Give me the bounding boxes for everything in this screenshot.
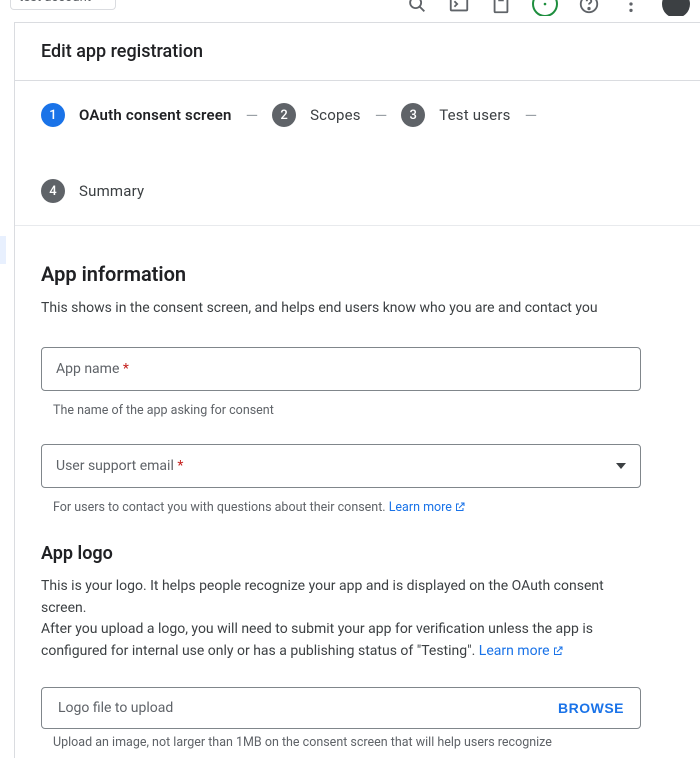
step-oauth-consent[interactable]: 1 OAuth consent screen: [41, 103, 232, 127]
trial-status-icon[interactable]: [532, 0, 558, 16]
app-name-helper: The name of the app asking for consent: [41, 397, 674, 418]
step-number: 2: [272, 103, 296, 127]
more-icon[interactable]: [620, 0, 642, 15]
avatar[interactable]: [662, 0, 690, 16]
account-chip[interactable]: test account ▼: [10, 0, 116, 10]
page-title: Edit app registration: [15, 23, 700, 81]
console-icon[interactable]: [448, 0, 470, 15]
search-icon[interactable]: [406, 0, 428, 15]
content-area: App information This shows in the consen…: [15, 226, 700, 758]
step-test-users[interactable]: 3 Test users: [401, 103, 510, 127]
section-desc-app-info: This shows in the consent screen, and he…: [41, 298, 641, 319]
section-title-app-info: App information: [41, 262, 674, 286]
step-scopes[interactable]: 2 Scopes: [272, 103, 361, 127]
chevron-down-icon: ▼: [97, 0, 107, 3]
support-email-field[interactable]: User support email *: [41, 444, 674, 488]
step-separator: —: [246, 106, 259, 125]
app-name-field[interactable]: App name *: [41, 347, 674, 391]
logo-upload-helper: Upload an image, not larger than 1MB on …: [41, 729, 641, 750]
support-email-label: User support email *: [56, 458, 183, 474]
app-name-label: App name *: [56, 361, 129, 377]
section-title-app-logo: App logo: [41, 543, 674, 564]
logo-upload-field[interactable]: Logo file to upload BROWSE: [41, 687, 641, 729]
top-bar: test account ▼: [0, 0, 700, 16]
page-panel: Edit app registration 1 OAuth consent sc…: [14, 22, 700, 758]
support-email-helper: For users to contact you with questions …: [41, 494, 674, 517]
help-icon[interactable]: [578, 0, 600, 15]
step-summary[interactable]: 4 Summary: [41, 179, 144, 203]
section-desc-app-logo: This is your logo. It helps people recog…: [41, 576, 651, 665]
step-number: 1: [41, 103, 65, 127]
step-label: Test users: [439, 106, 510, 124]
external-link-icon: [454, 501, 466, 517]
step-label: Summary: [79, 182, 144, 200]
step-label: OAuth consent screen: [79, 106, 232, 124]
logo-upload-label: Logo file to upload: [58, 700, 173, 716]
top-icons: [406, 0, 690, 16]
stepper: 1 OAuth consent screen — 2 Scopes — 3 Te…: [15, 81, 700, 226]
step-separator: —: [375, 106, 388, 125]
docs-icon[interactable]: [490, 0, 512, 15]
browse-button[interactable]: BROWSE: [558, 700, 624, 716]
nav-active-strip: [0, 236, 6, 264]
learn-more-link[interactable]: Learn more: [479, 643, 564, 659]
step-number: 4: [41, 179, 65, 203]
learn-more-link[interactable]: Learn more: [389, 500, 466, 515]
step-number: 3: [401, 103, 425, 127]
chevron-down-icon: [616, 463, 626, 469]
external-link-icon: [552, 643, 564, 665]
step-label: Scopes: [310, 106, 361, 124]
step-separator: —: [525, 106, 538, 125]
account-label: test account: [19, 0, 91, 5]
